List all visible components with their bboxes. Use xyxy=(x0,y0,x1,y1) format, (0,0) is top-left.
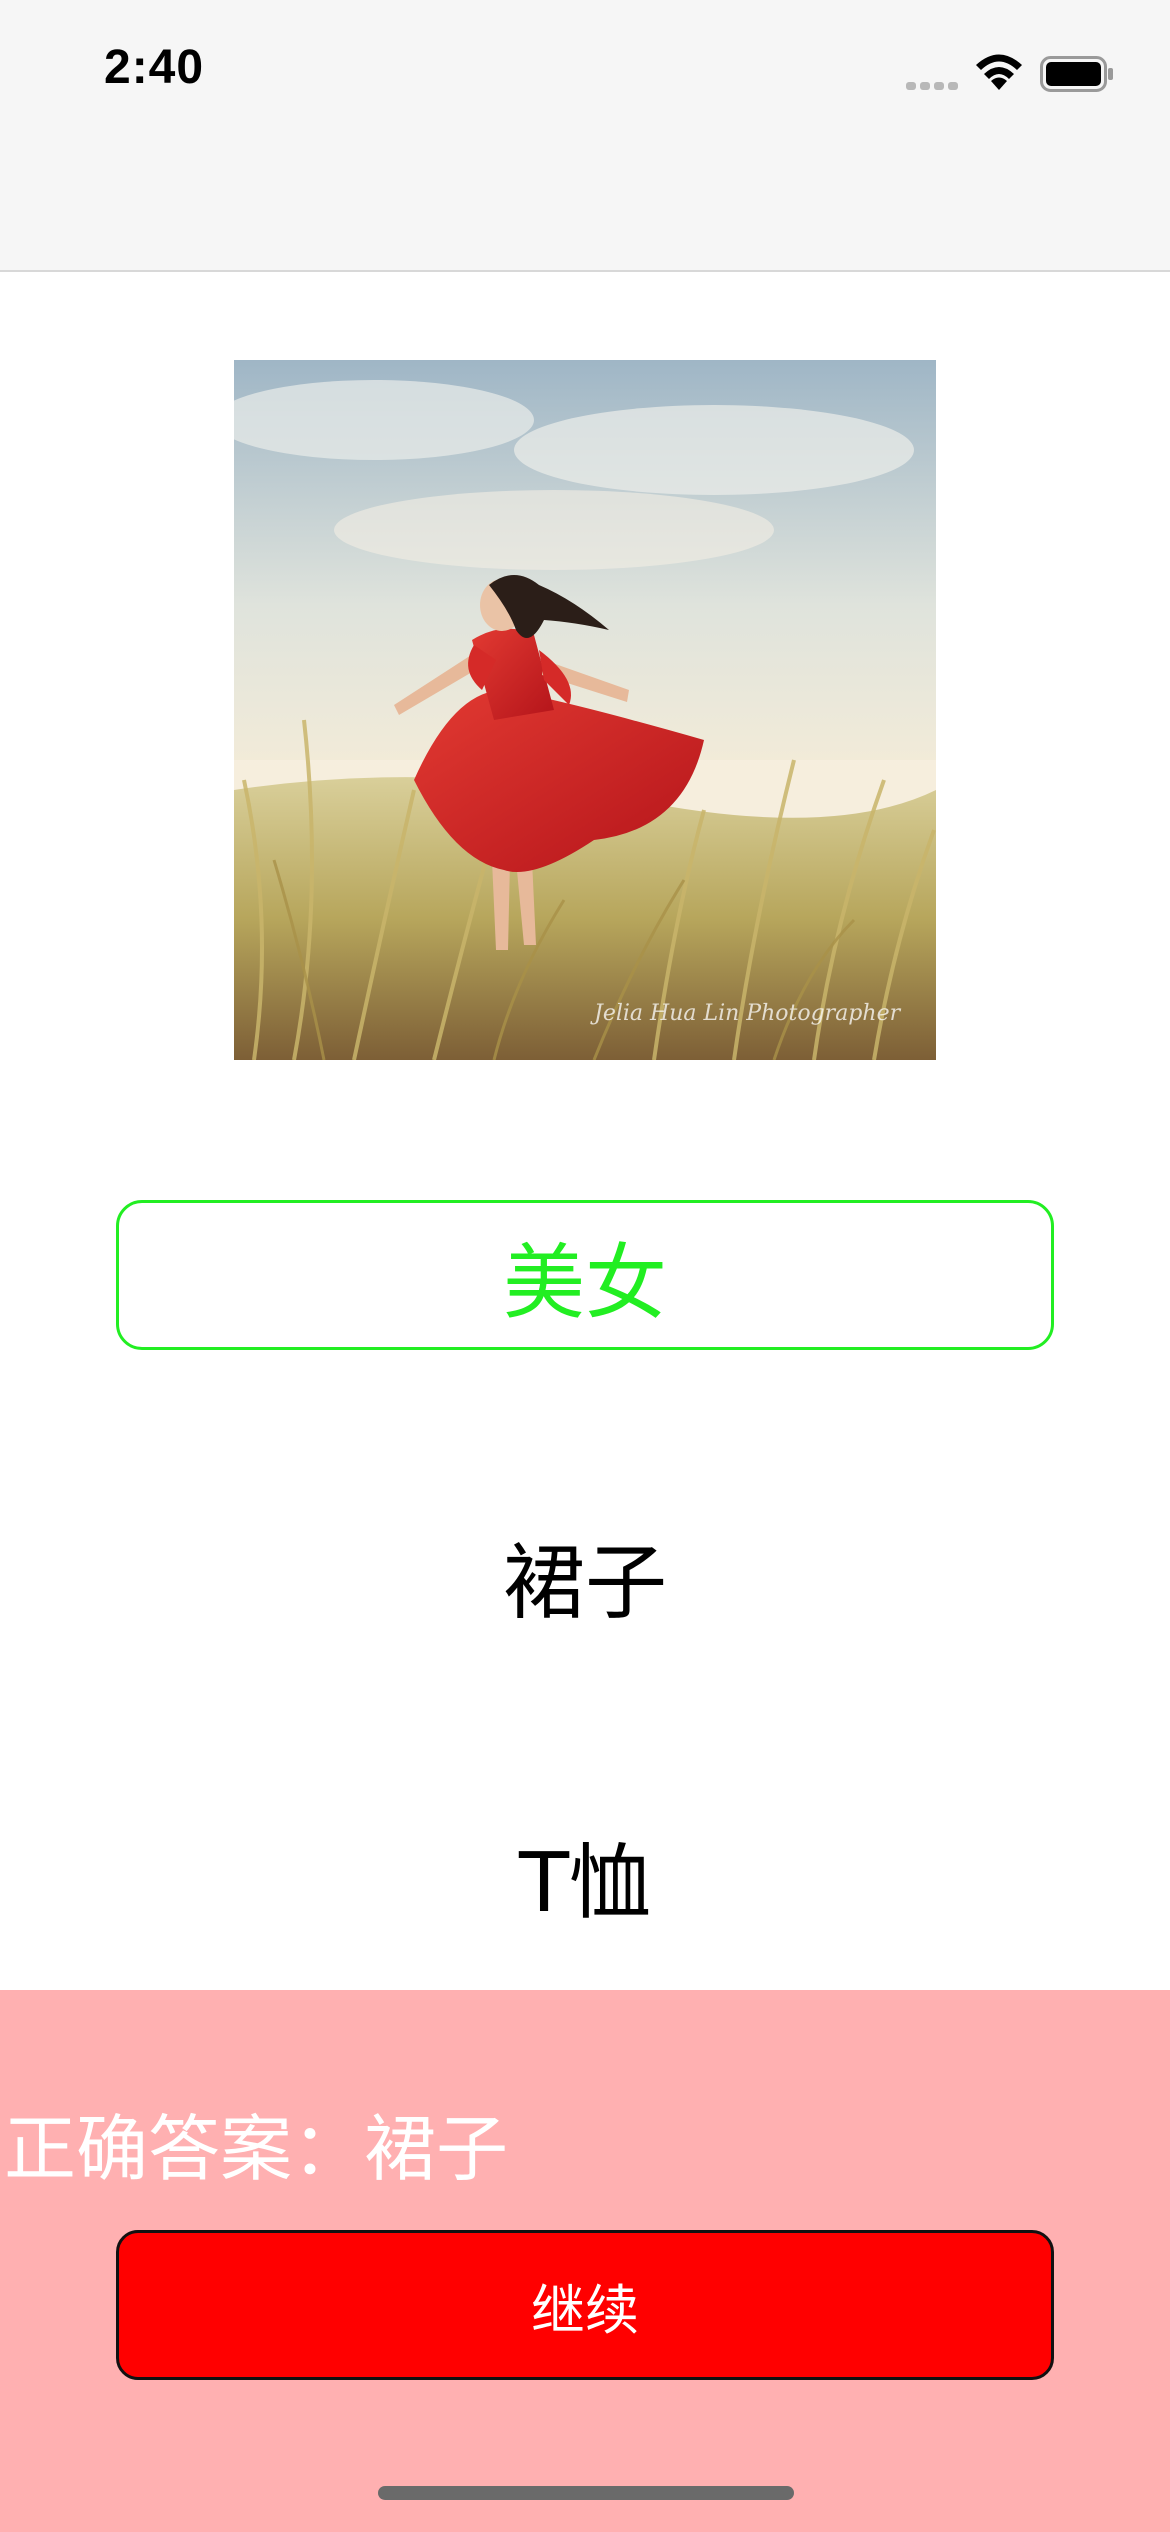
continue-button-label: 继续 xyxy=(531,2278,639,2342)
option-button-1[interactable]: 美女 xyxy=(116,1200,1054,1350)
question-image: Jelia Hua Lin Photographer xyxy=(234,360,936,1060)
correct-answer-text: 正确答案：裙子 xyxy=(4,2107,509,2191)
status-and-nav-bar: 2:40 xyxy=(0,0,1170,272)
home-indicator[interactable] xyxy=(378,2486,794,2500)
option-label: T恤 xyxy=(518,1835,652,1931)
cellular-signal-icon xyxy=(906,82,958,90)
wifi-icon xyxy=(976,54,1022,90)
status-time: 2:40 xyxy=(104,41,205,94)
photo-woman-red-dress-icon: Jelia Hua Lin Photographer xyxy=(234,360,936,1060)
photo-watermark: Jelia Hua Lin Photographer xyxy=(590,1001,902,1026)
feedback-panel: 正确答案：裙子 继续 xyxy=(0,1990,1170,2532)
battery-icon xyxy=(1040,56,1113,92)
app-screen: 2:40 Jelia Hua Lin Photographer 美女 裙子 T恤… xyxy=(0,0,1170,2532)
option-label: 裙子 xyxy=(502,1535,667,1631)
option-button-3[interactable]: T恤 xyxy=(116,1800,1054,1950)
option-button-2[interactable]: 裙子 xyxy=(116,1500,1054,1650)
option-label: 美女 xyxy=(502,1235,667,1331)
continue-button[interactable]: 继续 xyxy=(116,2230,1054,2380)
